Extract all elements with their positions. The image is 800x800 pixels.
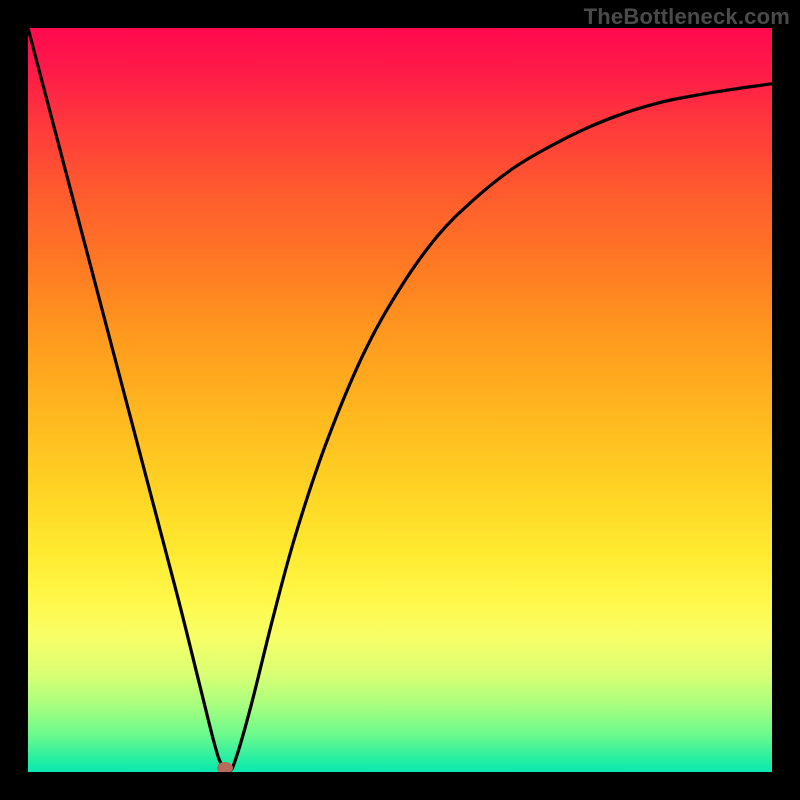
watermark-text: TheBottleneck.com (584, 4, 790, 30)
minimum-marker (217, 762, 233, 772)
chart-frame: TheBottleneck.com (0, 0, 800, 800)
plot-area (28, 28, 772, 772)
bottleneck-curve (28, 28, 772, 772)
